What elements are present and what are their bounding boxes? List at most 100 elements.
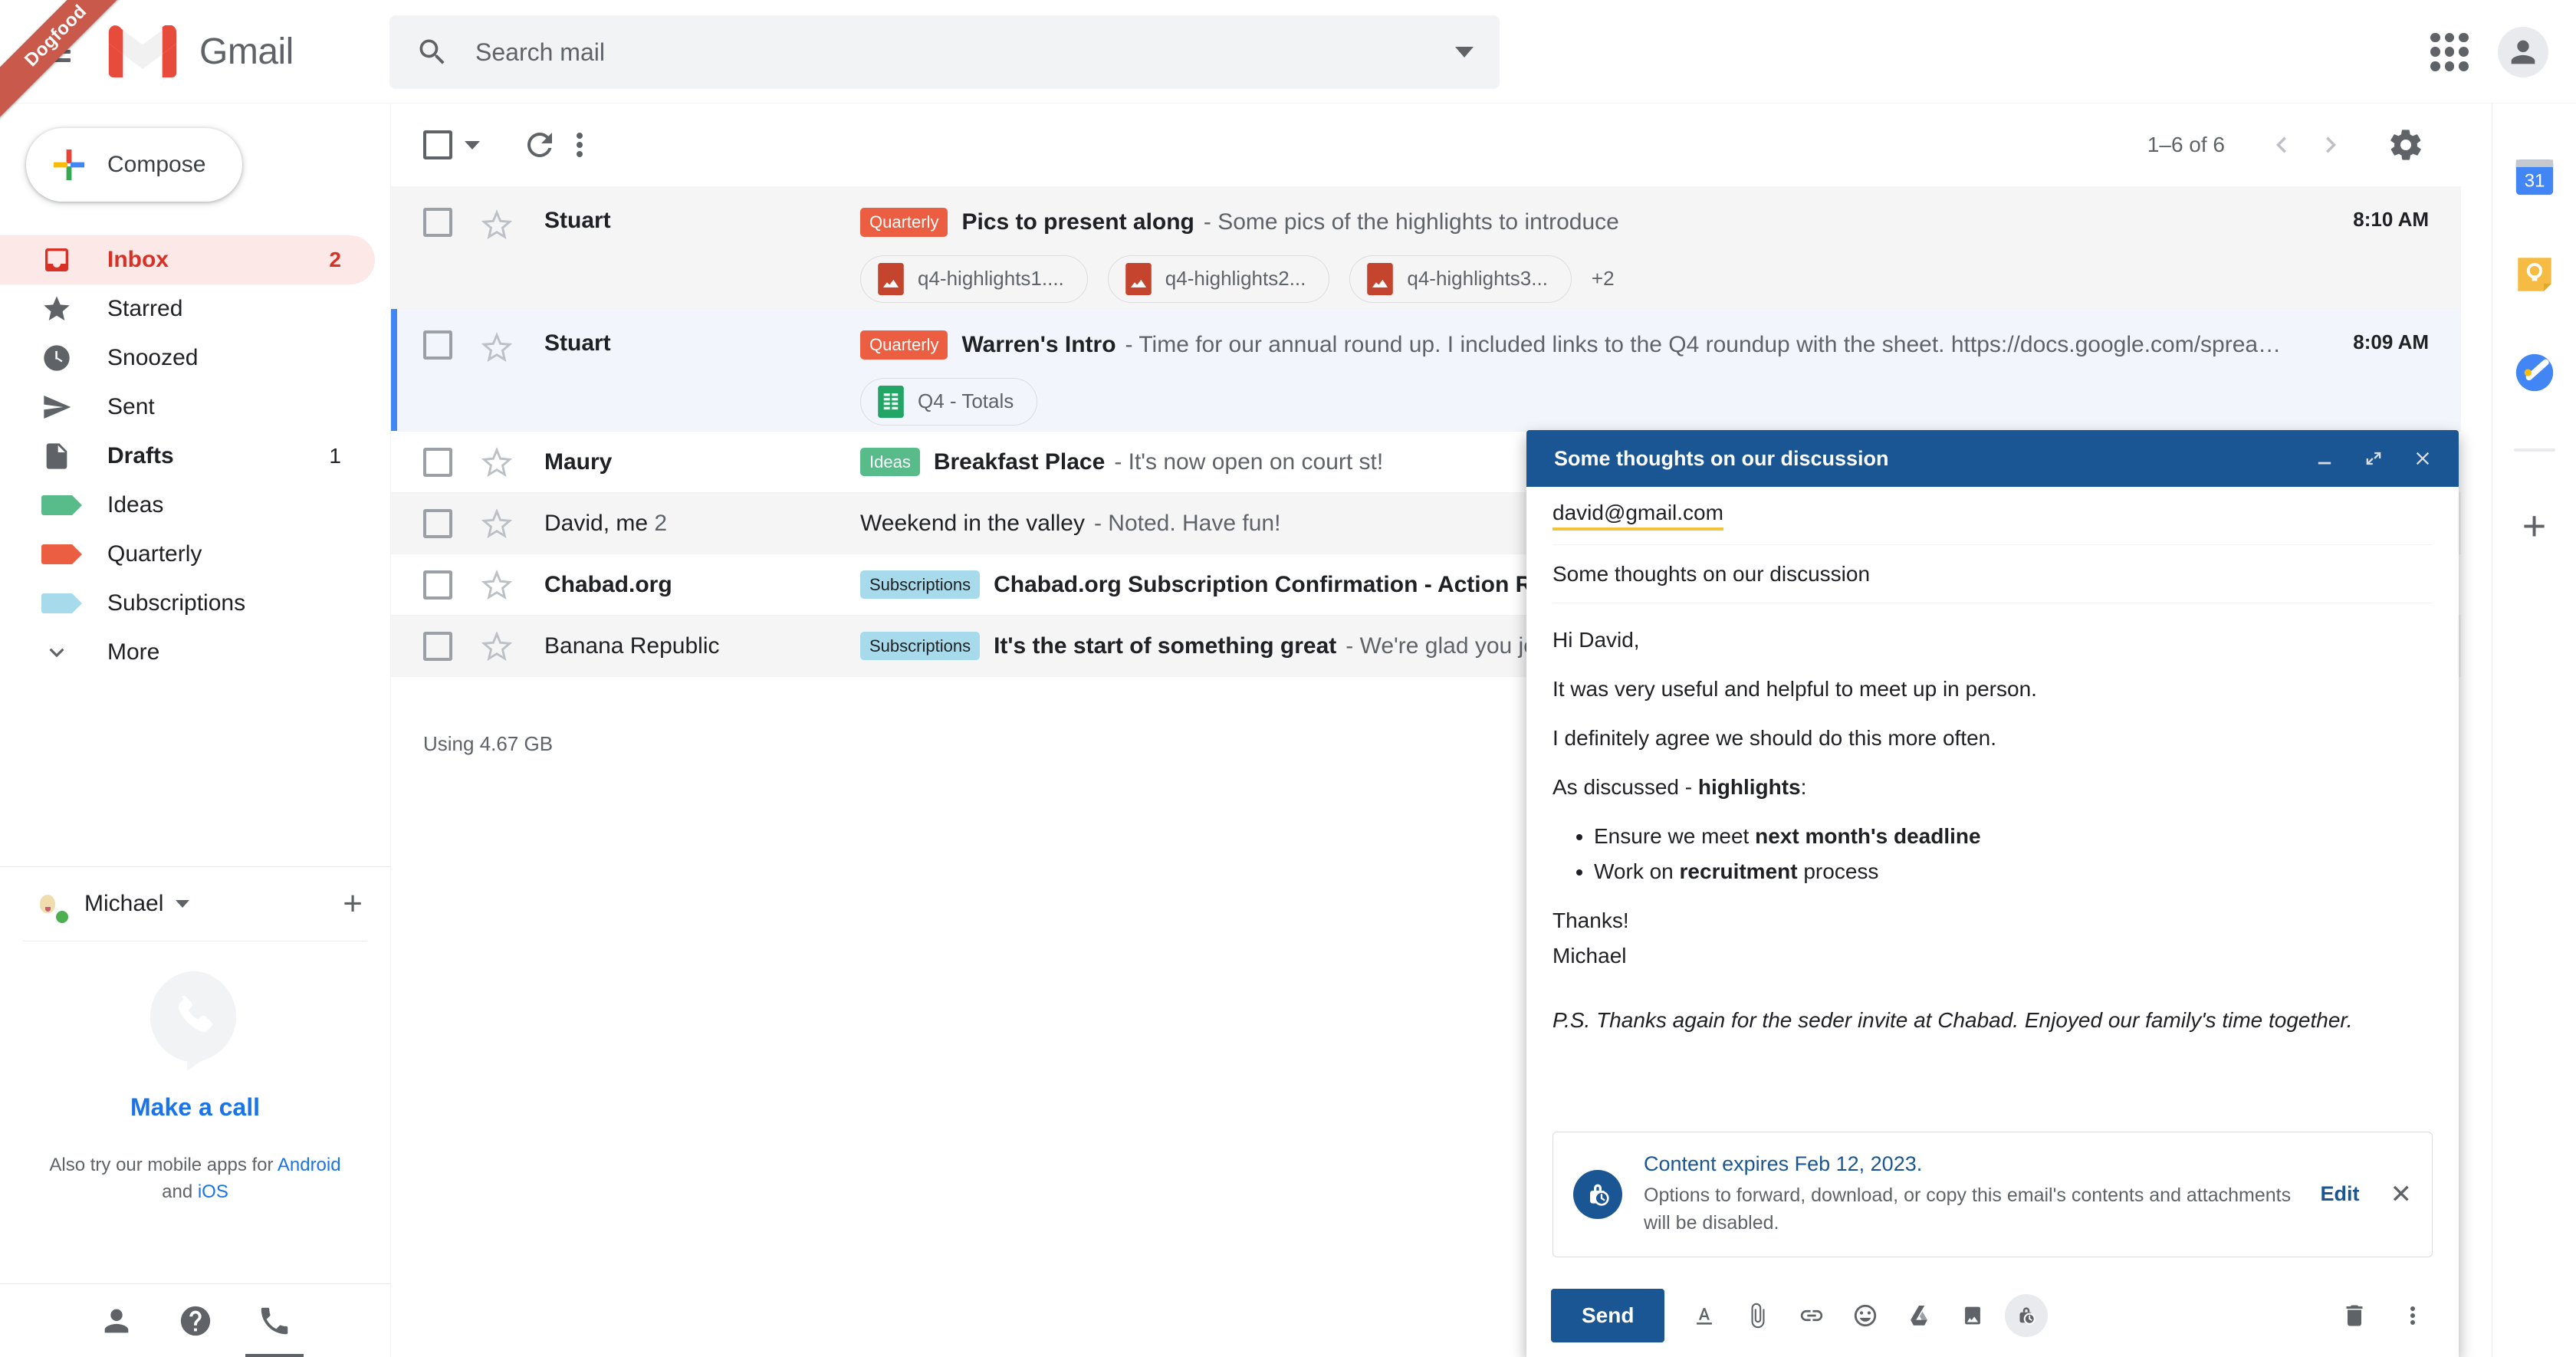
clock-icon — [40, 341, 74, 375]
expand-icon[interactable] — [2361, 445, 2387, 472]
compose-label: Compose — [107, 152, 206, 177]
label-chip[interactable]: Subscriptions — [860, 570, 981, 600]
label-chip[interactable]: Subscriptions — [860, 631, 981, 661]
sidebar-item-sent[interactable]: Sent — [0, 383, 375, 432]
sidebar-item-label: More — [107, 639, 160, 665]
bullet2-suffix: process — [1797, 859, 1879, 883]
hangouts-user[interactable]: Michael + — [0, 867, 390, 941]
email-sender: David, me 2 — [544, 511, 860, 537]
draft-icon — [40, 439, 74, 473]
email-snippet: - Time for our annual round up. I includ… — [1125, 331, 2288, 357]
list-item: Work on recruitment process — [1594, 861, 2433, 882]
sidebar: Compose Inbox 2 Starred Snoozed Sent Dra… — [0, 104, 391, 1357]
compose-message-body[interactable]: Hi David, It was very useful and helpful… — [1552, 603, 2433, 1132]
svg-text:31: 31 — [2524, 170, 2545, 191]
compose-button[interactable]: Compose — [26, 128, 242, 202]
sidebar-item-ideas[interactable]: Ideas — [0, 481, 375, 530]
insert-drive-icon[interactable] — [1898, 1294, 1940, 1337]
plus-icon — [51, 146, 87, 183]
sidebar-item-inbox[interactable]: Inbox 2 — [0, 235, 375, 284]
confidential-mode-icon[interactable] — [2005, 1294, 2049, 1337]
star-icon[interactable] — [480, 568, 514, 602]
email-snippet: - Noted. Have fun! — [1093, 510, 1281, 536]
chevron-down-icon[interactable] — [176, 900, 190, 908]
edit-confidential-button[interactable]: Edit — [2321, 1182, 2360, 1206]
hangouts-tab-phone[interactable] — [245, 1301, 304, 1357]
sidebar-item-subscriptions[interactable]: Subscriptions — [0, 579, 375, 628]
sidebar-nav: Inbox 2 Starred Snoozed Sent Drafts 1 Id… — [0, 235, 390, 677]
attachment-chip[interactable]: Q4 - Totals — [860, 377, 1038, 426]
refresh-icon[interactable] — [520, 125, 560, 165]
table-row[interactable]: Stuart Quarterly Pics to present along -… — [391, 186, 2461, 309]
keep-notes-icon[interactable] — [2512, 252, 2557, 297]
label-chip[interactable]: Quarterly — [860, 330, 948, 360]
compose-subject-field[interactable]: Some thoughts on our discussion — [1552, 545, 2433, 603]
ios-link[interactable]: iOS — [198, 1181, 228, 1202]
search-bar[interactable] — [389, 15, 1500, 89]
row-checkbox[interactable] — [423, 208, 452, 237]
select-all-chevron-down-icon[interactable] — [465, 140, 480, 150]
next-page-icon[interactable] — [2306, 120, 2355, 169]
insert-link-icon[interactable] — [1790, 1294, 1833, 1337]
attachment-chip[interactable]: q4-highlights2... — [1107, 255, 1330, 303]
attachment-more-count[interactable]: +2 — [1592, 255, 1615, 303]
star-icon[interactable] — [480, 208, 514, 242]
sidebar-item-quarterly[interactable]: Quarterly — [0, 530, 375, 579]
sidebar-item-starred[interactable]: Starred — [0, 284, 375, 334]
send-button[interactable]: Send — [1551, 1289, 1665, 1342]
inbox-icon — [40, 243, 74, 277]
label-chip[interactable]: Quarterly — [860, 208, 948, 237]
sidebar-item-snoozed[interactable]: Snoozed — [0, 334, 375, 383]
row-checkbox[interactable] — [423, 330, 452, 360]
attachment-chip[interactable]: q4-highlights1.... — [860, 255, 1088, 303]
mobile-apps-note: Also try our mobile apps for Android and… — [49, 1152, 340, 1206]
tasks-icon[interactable] — [2512, 350, 2557, 395]
attachment-chip[interactable]: q4-highlights3... — [1349, 255, 1572, 303]
android-link[interactable]: Android — [278, 1155, 341, 1175]
insert-photo-icon[interactable] — [1951, 1294, 1994, 1337]
sidebar-item-more[interactable]: More — [0, 628, 375, 677]
email-thread-count: 2 — [654, 510, 668, 536]
gmail-brand[interactable]: Gmail — [107, 24, 294, 77]
star-icon[interactable] — [480, 445, 514, 479]
account-avatar-icon[interactable] — [2498, 26, 2548, 77]
star-icon[interactable] — [480, 330, 514, 364]
settings-gear-icon[interactable] — [2381, 120, 2430, 169]
new-conversation-plus-icon[interactable]: + — [343, 887, 363, 921]
more-options-icon[interactable] — [2391, 1294, 2434, 1337]
make-a-call-link[interactable]: Make a call — [130, 1093, 260, 1122]
row-checkbox[interactable] — [423, 570, 452, 600]
prev-page-icon[interactable] — [2257, 120, 2306, 169]
search-options-chevron-down-icon[interactable] — [1455, 47, 1474, 58]
add-addon-icon[interactable]: + — [2522, 505, 2547, 547]
insert-emoji-icon[interactable] — [1844, 1294, 1887, 1337]
search-input[interactable] — [475, 38, 1455, 67]
label-chip[interactable]: Ideas — [860, 447, 920, 477]
confidential-banner-text: Content expires Feb 12, 2023. Options to… — [1644, 1152, 2321, 1237]
hangouts-panel: Michael + Make a call Also try our mobil… — [0, 866, 390, 1357]
confidential-mode-banner: Content expires Feb 12, 2023. Options to… — [1552, 1131, 2433, 1257]
hangouts-tab-conversations[interactable] — [176, 1301, 215, 1341]
row-checkbox[interactable] — [423, 631, 452, 661]
attach-file-icon[interactable] — [1737, 1294, 1779, 1337]
close-icon[interactable] — [2410, 445, 2436, 472]
body-ps: P.S. Thanks again for the seder invite a… — [1552, 1010, 2433, 1031]
formatting-icon[interactable] — [1683, 1294, 1726, 1337]
minimize-icon[interactable] — [2312, 445, 2338, 472]
close-icon[interactable]: ✕ — [2390, 1179, 2413, 1210]
hangouts-tab-contacts[interactable] — [97, 1301, 136, 1341]
more-options-icon[interactable] — [560, 125, 600, 165]
table-row[interactable]: Stuart Quarterly Warren's Intro - Time f… — [391, 309, 2461, 432]
page-range-label: 1–6 of 6 — [2147, 133, 2225, 156]
calendar-icon[interactable]: 31 — [2512, 154, 2557, 199]
row-checkbox[interactable] — [423, 447, 452, 477]
sidebar-item-drafts[interactable]: Drafts 1 — [0, 432, 375, 481]
apps-grid-icon[interactable] — [2427, 30, 2472, 74]
compose-to-field[interactable]: david@gmail.com — [1552, 487, 2433, 545]
row-checkbox[interactable] — [423, 508, 452, 538]
star-icon[interactable] — [480, 629, 514, 663]
compose-title: Some thoughts on our discussion — [1554, 446, 1889, 470]
delete-draft-icon[interactable] — [2333, 1294, 2376, 1337]
select-all-checkbox[interactable] — [423, 130, 452, 159]
star-icon[interactable] — [480, 507, 514, 540]
